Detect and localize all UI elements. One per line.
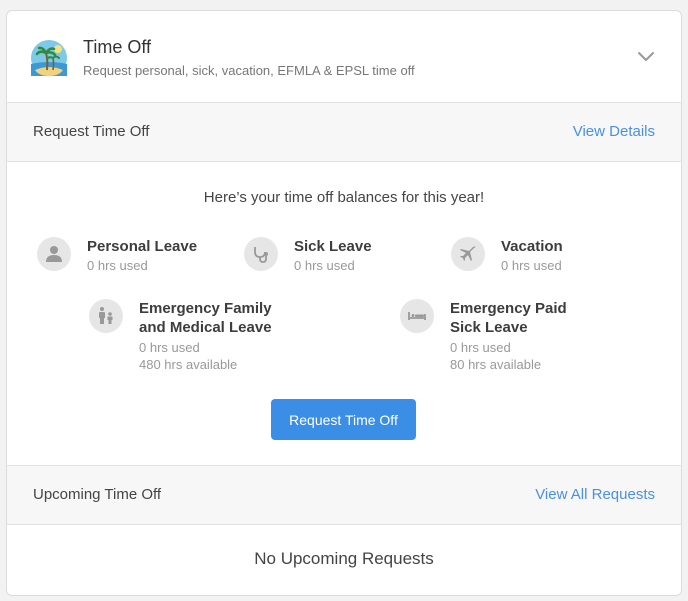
leave-name: Vacation <box>501 238 563 255</box>
bed-icon <box>400 299 434 333</box>
leave-available: 80 hrs available <box>450 357 542 372</box>
stethoscope-icon <box>244 237 278 271</box>
leave-name-line2: Sick Leave <box>450 319 528 336</box>
no-upcoming-requests-text: No Upcoming Requests <box>254 549 434 568</box>
family-icon <box>89 299 123 333</box>
leave-name: Personal Leave <box>87 238 198 255</box>
leave-name-line1: Emergency Paid <box>450 300 567 317</box>
leave-used: 0 hrs used <box>501 258 562 273</box>
card-subtitle: Request personal, sick, vacation, EFMLA … <box>83 63 415 78</box>
leave-used: 0 hrs used <box>87 258 148 273</box>
upcoming-time-off-bar: Upcoming Time Off View All Requests <box>7 465 681 525</box>
leave-used: 0 hrs used <box>139 340 200 355</box>
upcoming-section-title: Upcoming Time Off <box>33 486 162 503</box>
leave-used: 0 hrs used <box>450 340 511 355</box>
card-title: Time Off <box>83 37 152 57</box>
person-icon <box>37 237 71 271</box>
chevron-down-icon[interactable] <box>637 49 655 63</box>
leave-name-line2: and Medical Leave <box>139 319 272 336</box>
card-header[interactable]: Time Off Request personal, sick, vacatio… <box>7 11 681 103</box>
airplane-icon <box>451 237 485 271</box>
request-time-off-button[interactable]: Request Time Off <box>271 399 416 440</box>
leave-available: 480 hrs available <box>139 357 238 372</box>
beach-palm-icon <box>31 40 67 76</box>
balance-sick-leave: Sick Leave 0 hrs used <box>244 237 424 277</box>
request-time-off-bar: Request Time Off View Details <box>7 103 681 162</box>
leave-name: Sick Leave <box>294 238 372 255</box>
balance-emergency-family-medical-leave: Emergency Family and Medical Leave 0 hrs… <box>89 299 299 379</box>
request-section-title: Request Time Off <box>33 123 150 140</box>
time-off-card: Time Off Request personal, sick, vacatio… <box>6 10 682 596</box>
balances-heading: Here’s your time off balances for this y… <box>203 189 485 206</box>
leave-name-line1: Emergency Family <box>139 300 272 317</box>
leave-used: 0 hrs used <box>294 258 355 273</box>
balance-emergency-paid-sick-leave: Emergency Paid Sick Leave 0 hrs used 80 … <box>400 299 610 379</box>
balance-vacation: Vacation 0 hrs used <box>451 237 631 277</box>
balance-personal-leave: Personal Leave 0 hrs used <box>37 237 227 277</box>
view-all-requests-link[interactable]: View All Requests <box>535 486 655 503</box>
view-details-link[interactable]: View Details <box>573 123 655 140</box>
